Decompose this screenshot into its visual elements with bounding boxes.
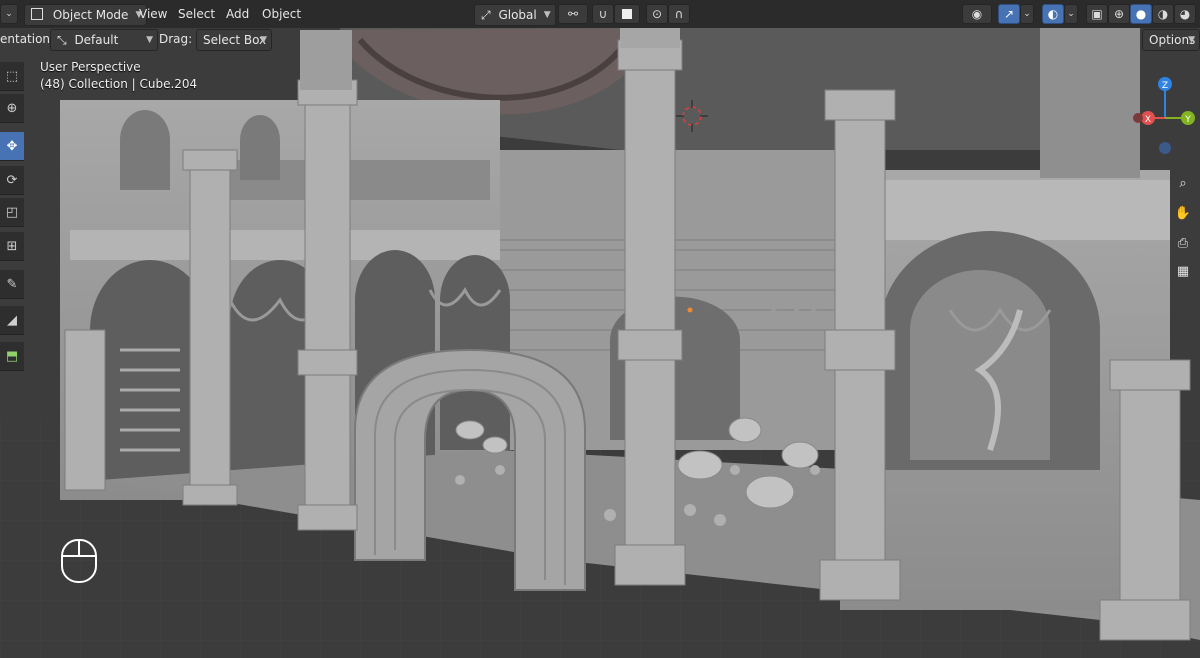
- link-icon: ⚯: [567, 7, 579, 21]
- eye-icon: ◉: [971, 7, 983, 21]
- rendered-sphere-icon: ◕: [1179, 7, 1191, 21]
- tool-settings-bar: entation: ⤡ Default ▼ Drag: Select Box ▼…: [0, 28, 1200, 51]
- 3d-viewport[interactable]: User Perspective (48) Collection | Cube.…: [0, 28, 1200, 658]
- transform-orientation-value: Global: [498, 8, 537, 22]
- orientation-dropdown[interactable]: ⤡ Default ▼: [50, 29, 158, 51]
- snap-target-dropdown[interactable]: [614, 4, 640, 24]
- mode-dropdown[interactable]: Object Mode ▼: [24, 4, 148, 26]
- shading-material-button[interactable]: ◑: [1152, 4, 1174, 24]
- camera-icon: ⎙: [1177, 235, 1189, 251]
- options-dropdown[interactable]: Options ▼: [1142, 29, 1200, 51]
- gizmo-arrows-icon: ↗: [1003, 7, 1015, 21]
- editor-type-dropdown[interactable]: ⌄: [0, 4, 18, 24]
- ruler-icon: ◢: [7, 312, 17, 328]
- xray-toggle[interactable]: ▣: [1086, 4, 1108, 24]
- drag-value: Select Box: [203, 33, 267, 47]
- object-mode-icon: [31, 8, 43, 20]
- pan-button[interactable]: ✋: [1172, 202, 1194, 224]
- falloff-dropdown[interactable]: ∩: [668, 4, 690, 24]
- overlay-circles-icon: ◐: [1047, 7, 1059, 21]
- pivot-point-dropdown[interactable]: ⚯: [558, 4, 588, 24]
- orientation-value: Default: [74, 33, 119, 47]
- collection-object-label: (48) Collection | Cube.204: [40, 77, 198, 91]
- camera-view-button[interactable]: ⎙: [1172, 232, 1194, 254]
- cursor-select-icon: ⬚: [5, 68, 19, 84]
- snap-toggle[interactable]: ∪: [592, 4, 614, 24]
- chevron-down-icon: ▼: [260, 35, 267, 45]
- axis-x-label: X: [1145, 115, 1151, 125]
- menu-add[interactable]: Add: [226, 4, 249, 24]
- chevron-down-icon: ⌄: [1023, 9, 1031, 19]
- menu-view[interactable]: View: [139, 4, 167, 24]
- rotate-tool[interactable]: ⟳: [0, 166, 24, 195]
- proportional-editing-toggle[interactable]: ⊙: [646, 4, 668, 24]
- crosshair-icon: ⊕: [6, 100, 18, 116]
- move-arrows-icon: ✥: [6, 138, 18, 154]
- transform-orientation-dropdown[interactable]: ⤢ Global ▼: [474, 4, 556, 26]
- snap-square-icon: [622, 9, 632, 19]
- overlays-toggle[interactable]: ◐: [1042, 4, 1064, 24]
- falloff-curve-icon: ∩: [674, 7, 684, 21]
- orientation-icon: ⤡: [57, 33, 67, 47]
- chevron-down-icon: ▼: [1188, 35, 1195, 45]
- overlays-dropdown[interactable]: ⌄: [1064, 4, 1078, 24]
- cursor-tool[interactable]: ⊕: [0, 94, 24, 123]
- hand-icon: ✋: [1174, 205, 1192, 221]
- mode-label: Object Mode: [52, 8, 129, 22]
- add-cube-tool[interactable]: ⬒: [0, 342, 24, 371]
- wireframe-sphere-icon: ⊕: [1113, 7, 1125, 21]
- zoom-button[interactable]: ⌕: [1172, 172, 1194, 194]
- chevron-down-icon: ▼: [146, 35, 153, 45]
- axis-y-label: Y: [1184, 115, 1191, 125]
- gizmo-dropdown[interactable]: ⌄: [1020, 4, 1034, 24]
- shading-solid-button[interactable]: ●: [1130, 4, 1152, 24]
- orientation-axes-icon: ⤢: [481, 8, 491, 22]
- pencil-icon: ✎: [6, 276, 18, 292]
- measure-tool[interactable]: ◢: [0, 306, 24, 335]
- perspective-label: User Perspective: [40, 60, 141, 74]
- drag-dropdown[interactable]: Select Box ▼: [196, 29, 272, 51]
- perspective-toggle-button[interactable]: ▦: [1172, 260, 1194, 282]
- menu-object[interactable]: Object: [262, 4, 301, 24]
- navigation-gizmo[interactable]: Z Y X: [1130, 68, 1200, 158]
- magnifier-icon: ⌕: [1179, 175, 1187, 191]
- scene-render: [0, 28, 1200, 658]
- solid-sphere-icon: ●: [1135, 7, 1147, 21]
- grid-icon: ▦: [1176, 263, 1190, 279]
- proportional-circle-icon: ⊙: [651, 7, 663, 21]
- transform-tool[interactable]: ⊞: [0, 232, 24, 261]
- xray-icon: ▣: [1091, 7, 1103, 21]
- axis-z-label: Z: [1162, 81, 1168, 91]
- transform-icon: ⊞: [6, 238, 18, 254]
- shading-rendered-button[interactable]: ◕: [1174, 4, 1196, 24]
- move-tool[interactable]: ✥: [0, 132, 24, 161]
- gizmo-toggle[interactable]: ↗: [998, 4, 1020, 24]
- shading-wireframe-button[interactable]: ⊕: [1108, 4, 1130, 24]
- orientation-label: entation:: [0, 32, 55, 46]
- header-bar: ⌄ Object Mode ▼ View Select Add Object ⤢…: [0, 0, 1200, 29]
- menu-select[interactable]: Select: [178, 4, 215, 24]
- annotate-tool[interactable]: ✎: [0, 270, 24, 299]
- magnet-icon: ∪: [598, 7, 608, 21]
- visibility-dropdown[interactable]: ◉: [962, 4, 992, 24]
- scale-tool[interactable]: ◰: [0, 198, 24, 227]
- material-sphere-icon: ◑: [1157, 7, 1169, 21]
- drag-label: Drag:: [159, 32, 193, 46]
- chevron-down-icon: ⌄: [5, 9, 13, 19]
- cube-add-icon: ⬒: [5, 348, 19, 364]
- rotate-icon: ⟳: [6, 172, 18, 188]
- scale-icon: ◰: [5, 204, 19, 220]
- chevron-down-icon: ⌄: [1067, 9, 1075, 19]
- chevron-down-icon: ▼: [543, 10, 551, 20]
- select-box-tool[interactable]: ⬚: [0, 62, 24, 91]
